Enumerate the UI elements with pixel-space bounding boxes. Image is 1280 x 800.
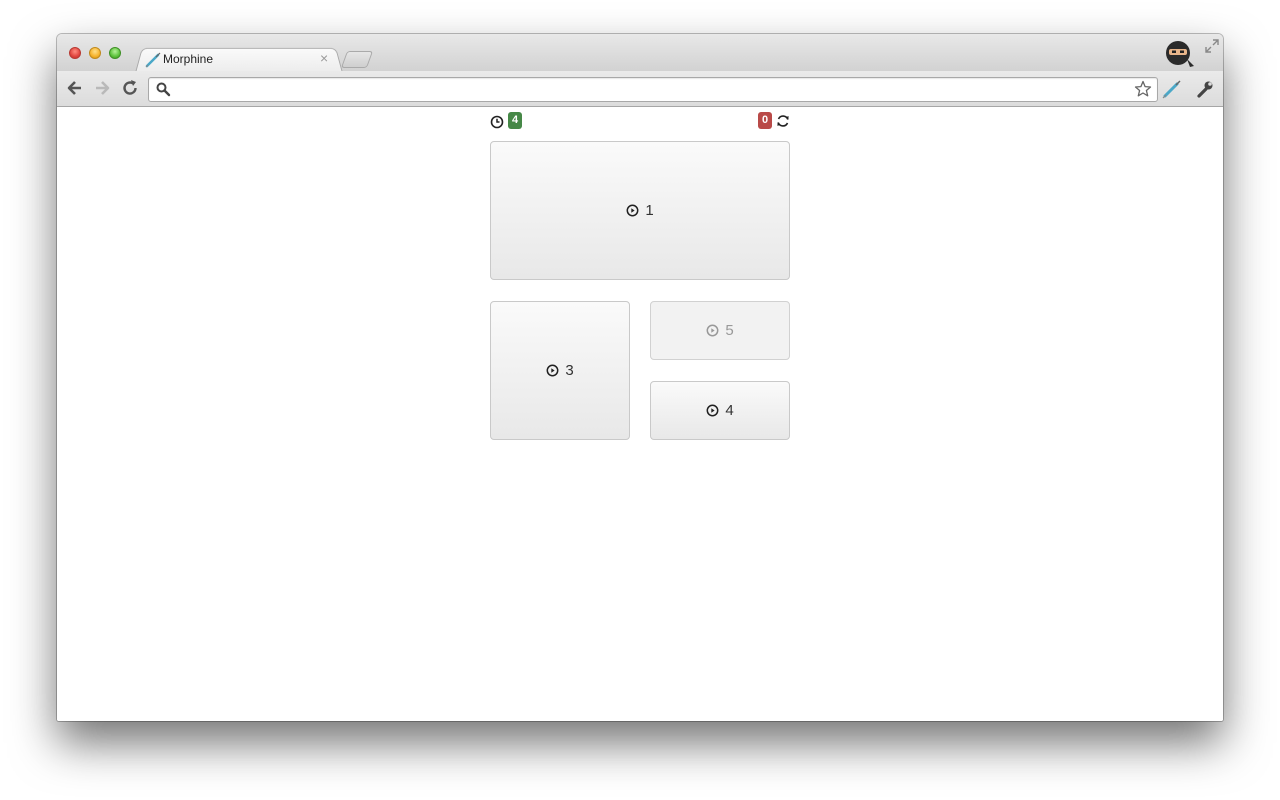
tile-label: 5 (725, 322, 734, 339)
title-bar: Morphine × (57, 34, 1223, 73)
close-window-button[interactable] (69, 47, 81, 59)
play-circle-icon (706, 404, 719, 417)
back-arrow-icon[interactable] (65, 78, 85, 98)
error-count-badge: 0 (758, 112, 772, 129)
tab-title: Morphine (163, 52, 214, 66)
syringe-icon (145, 52, 161, 68)
syringe-icon[interactable] (1162, 79, 1182, 99)
tab-close-icon[interactable]: × (320, 50, 328, 66)
tile-4[interactable]: 4 (650, 381, 790, 440)
star-icon[interactable] (1134, 80, 1152, 98)
zoom-window-button[interactable] (109, 47, 121, 59)
new-tab-button[interactable] (340, 51, 374, 68)
tile-label: 4 (725, 402, 734, 419)
browser-window: Morphine × 4 0 1 3 5 4 (57, 34, 1223, 721)
tile-1[interactable]: 1 (490, 141, 790, 280)
forward-arrow-icon[interactable] (92, 78, 112, 98)
tile-label: 3 (565, 362, 574, 379)
address-input[interactable] (177, 80, 1121, 100)
refresh-icon[interactable] (776, 114, 790, 128)
tab-content: Morphine × (145, 47, 341, 71)
wrench-icon[interactable] (1195, 79, 1215, 99)
tile-label: 1 (645, 202, 654, 219)
tile-5[interactable]: 5 (650, 301, 790, 360)
fullscreen-icon[interactable] (1204, 38, 1220, 54)
play-circle-icon (626, 204, 639, 217)
tile-3[interactable]: 3 (490, 301, 630, 440)
minimize-window-button[interactable] (89, 47, 101, 59)
ninja-avatar-icon[interactable] (1163, 39, 1195, 69)
browser-toolbar (57, 71, 1223, 107)
pending-count-badge: 4 (508, 112, 522, 129)
play-circle-icon (546, 364, 559, 377)
search-icon (156, 82, 171, 97)
address-bar[interactable] (148, 77, 1158, 102)
page-content: 4 0 1 3 5 4 (57, 107, 1223, 721)
play-circle-icon (706, 324, 719, 337)
reload-icon[interactable] (120, 78, 140, 98)
clock-icon (490, 115, 504, 129)
